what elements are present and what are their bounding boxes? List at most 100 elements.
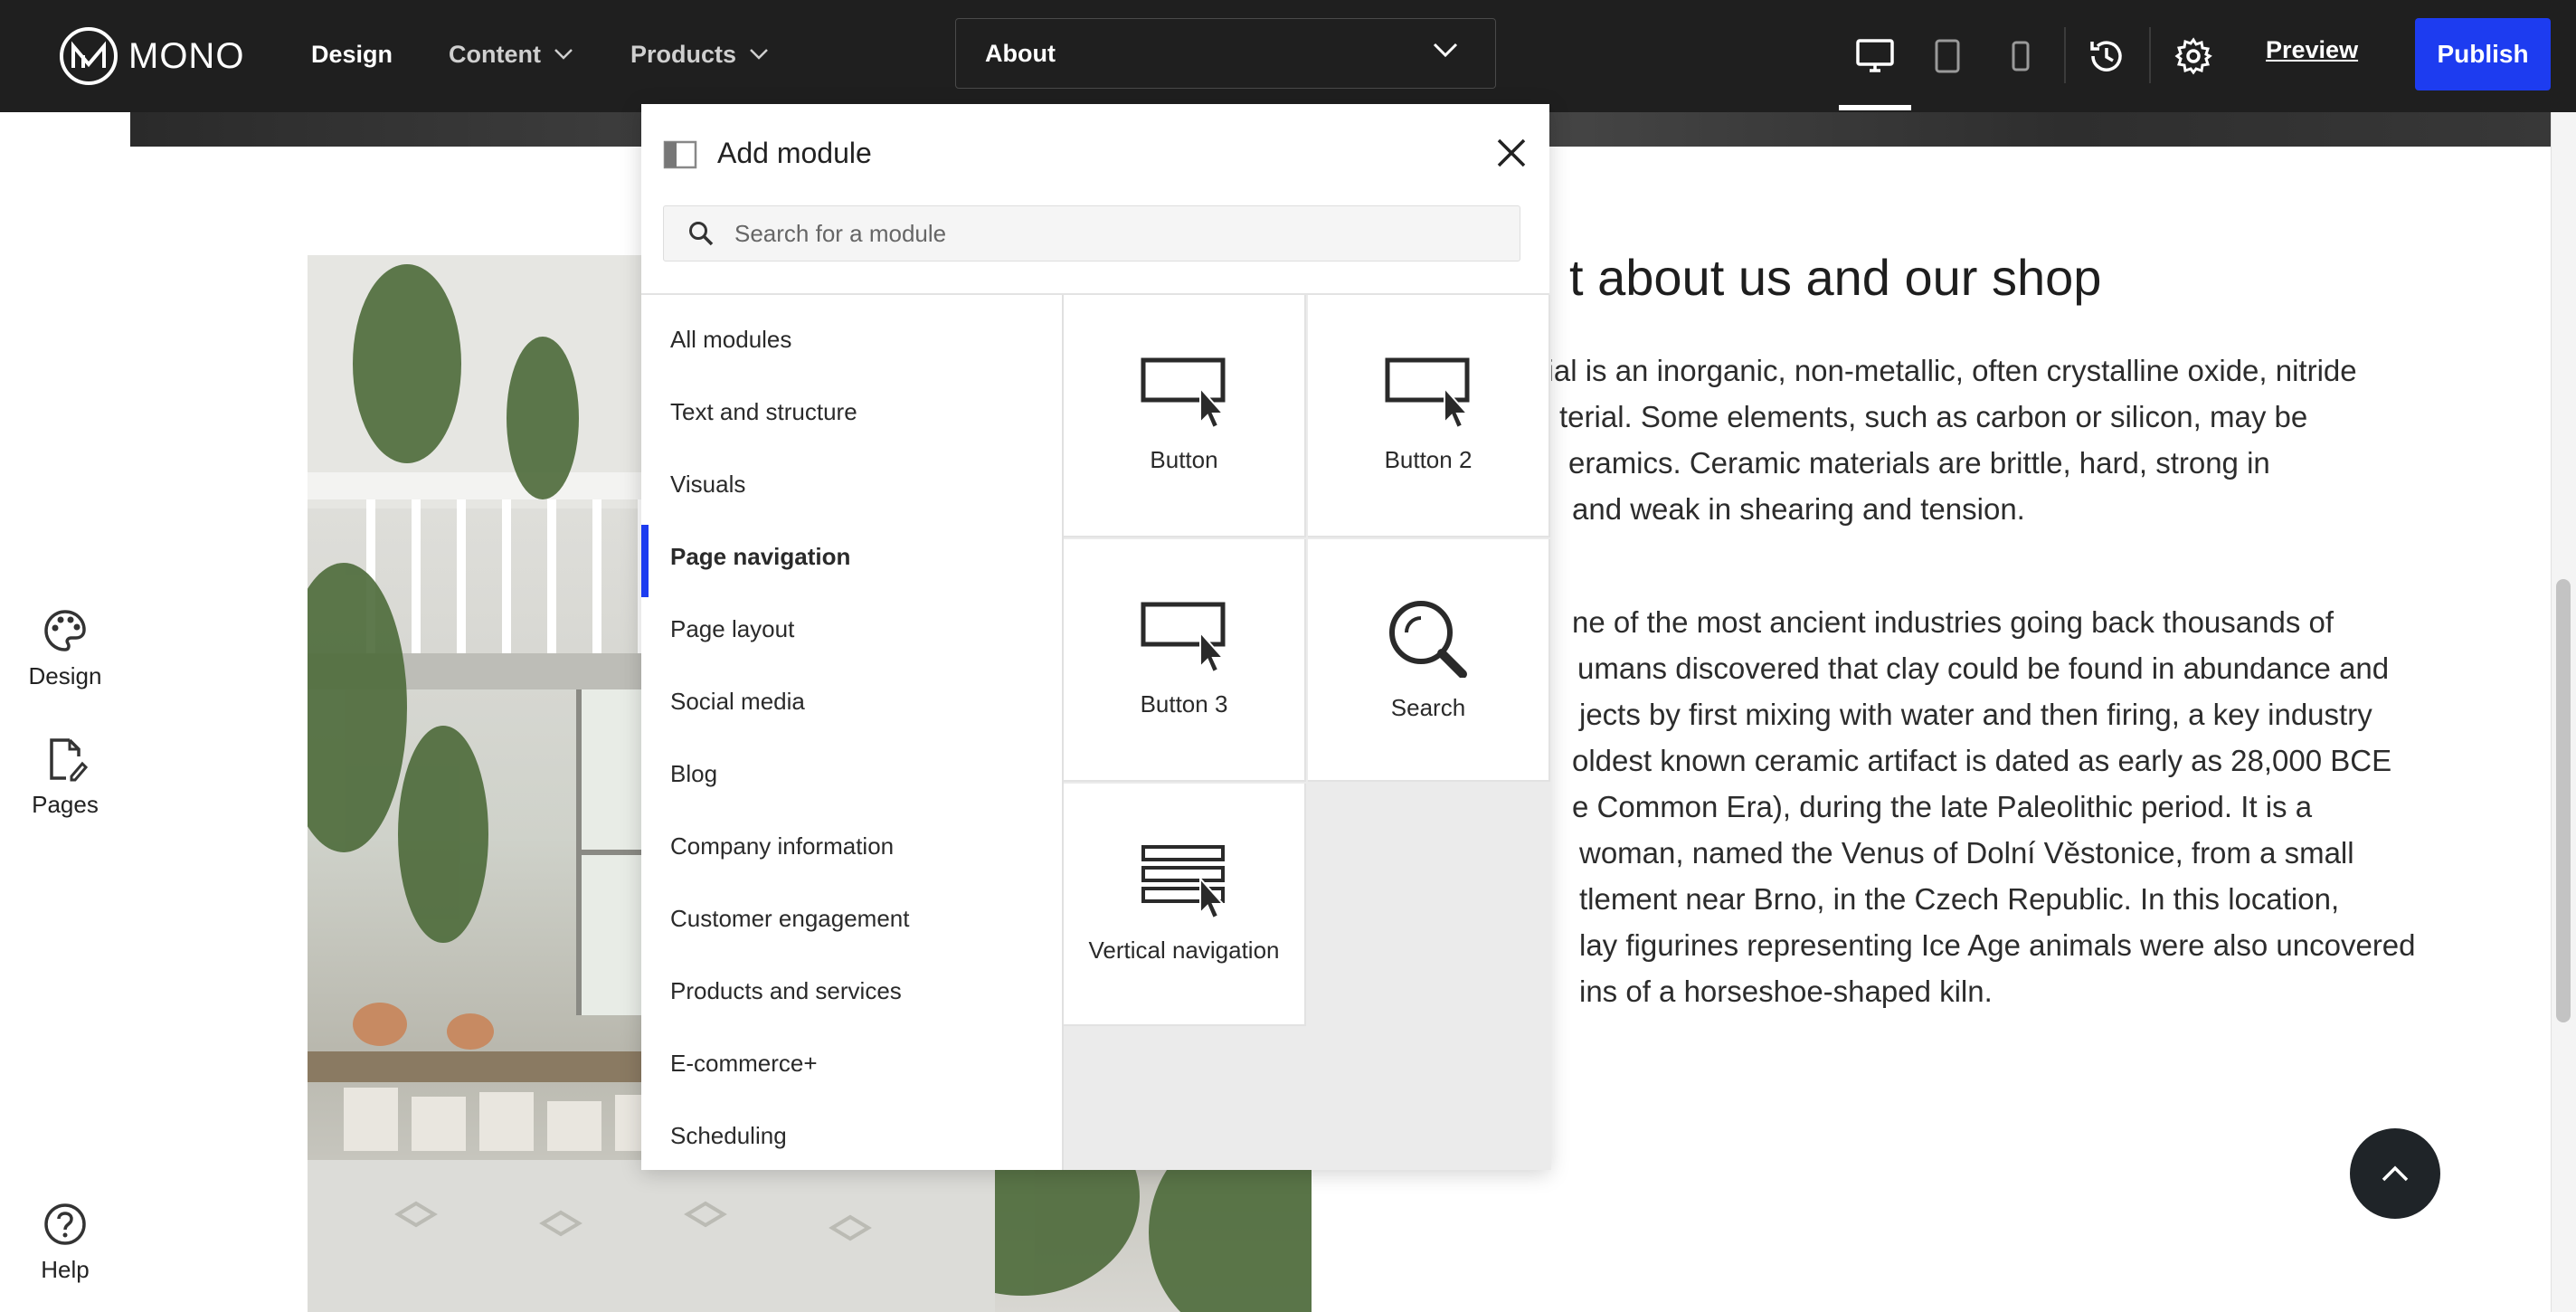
category-label: E-commerce+ bbox=[670, 1049, 818, 1077]
button-cursor-icon bbox=[1141, 602, 1226, 673]
history-icon[interactable] bbox=[2079, 29, 2134, 83]
nav-design[interactable]: Design bbox=[311, 0, 393, 109]
nav-products[interactable]: Products bbox=[630, 0, 769, 109]
divider bbox=[2064, 27, 2066, 83]
category-label: Customer engagement bbox=[670, 904, 910, 932]
paragraph-2: ne of the most ancient industries going … bbox=[1512, 599, 2525, 1014]
close-button[interactable] bbox=[1492, 133, 1531, 173]
active-device-indicator bbox=[1839, 105, 1911, 110]
button-cursor-icon bbox=[1385, 357, 1470, 429]
category-label: Blog bbox=[670, 759, 718, 787]
logo[interactable]: MONO bbox=[60, 24, 244, 89]
category-company-information[interactable]: Company information bbox=[641, 814, 1061, 878]
paragraph-line: e Common Era), during the late Paleolith… bbox=[1572, 790, 2313, 823]
logo-mark-icon bbox=[60, 27, 118, 85]
module-label: Button bbox=[1150, 445, 1218, 473]
category-blog[interactable]: Blog bbox=[641, 742, 1061, 805]
nav-design-label: Design bbox=[311, 40, 393, 68]
help-icon bbox=[44, 1203, 86, 1245]
desktop-icon[interactable] bbox=[1848, 29, 1902, 83]
paragraph-line: woman, named the Venus of Dolní Věstonic… bbox=[1579, 836, 2354, 870]
module-search-input[interactable] bbox=[733, 218, 1514, 249]
module-tile-button-3[interactable]: Button 3 bbox=[1064, 539, 1306, 782]
category-all-modules[interactable]: All modules bbox=[641, 308, 1061, 371]
chevron-down-icon bbox=[1433, 43, 1458, 58]
scrollbar-thumb[interactable] bbox=[2556, 579, 2571, 1022]
tablet-icon[interactable] bbox=[1920, 29, 1975, 83]
search-icon bbox=[687, 220, 715, 247]
chevron-down-icon bbox=[750, 49, 768, 60]
category-label: Products and services bbox=[670, 976, 902, 1004]
back-to-top-button[interactable] bbox=[2350, 1128, 2440, 1219]
preview-link[interactable]: Preview bbox=[2266, 36, 2358, 64]
left-rail: Design Pages Help bbox=[0, 112, 131, 1312]
module-search-field[interactable] bbox=[663, 205, 1520, 261]
module-label: Button 2 bbox=[1384, 445, 1473, 473]
button-cursor-icon bbox=[1141, 357, 1226, 429]
paragraph-line: lay figurines representing Ice Age anima… bbox=[1579, 928, 2416, 962]
category-visuals[interactable]: Visuals bbox=[641, 452, 1061, 516]
rail-help-button[interactable]: Help bbox=[0, 1202, 130, 1284]
page-edit-icon bbox=[50, 738, 88, 782]
divider bbox=[2149, 27, 2151, 83]
chevron-up-icon bbox=[2382, 1165, 2409, 1182]
nav-content[interactable]: Content bbox=[449, 0, 573, 109]
add-module-panel: Add module All modules Text and structur… bbox=[641, 104, 1551, 1170]
category-scheduling[interactable]: Scheduling bbox=[641, 1104, 1061, 1167]
magnifier-icon bbox=[1389, 600, 1467, 678]
paragraph-1: terial is an inorganic, non-metallic, of… bbox=[1512, 347, 2525, 532]
module-label: Search bbox=[1390, 693, 1466, 721]
paragraph-line: umans discovered that clay could be foun… bbox=[1577, 651, 2390, 685]
page-select-value: About bbox=[985, 39, 1056, 67]
panel-toggle-icon[interactable] bbox=[663, 140, 697, 169]
add-module-header: Add module bbox=[641, 104, 1549, 204]
category-page-navigation[interactable]: Page navigation bbox=[641, 525, 1061, 597]
module-tile-button[interactable]: Button bbox=[1064, 295, 1306, 537]
publish-button[interactable]: Publish bbox=[2415, 18, 2551, 90]
paragraph-line: tlement near Brno, in the Czech Republic… bbox=[1579, 882, 2340, 916]
category-social-media[interactable]: Social media bbox=[641, 670, 1061, 733]
paragraph-line: terial. Some elements, such as carbon or… bbox=[1559, 400, 2308, 433]
rail-help-label: Help bbox=[41, 1256, 90, 1283]
nav-products-label: Products bbox=[630, 40, 737, 68]
category-page-layout[interactable]: Page layout bbox=[641, 597, 1061, 661]
category-customer-engagement[interactable]: Customer engagement bbox=[641, 887, 1061, 950]
rail-pages-label: Pages bbox=[32, 791, 99, 818]
paragraph-line: oldest known ceramic artifact is dated a… bbox=[1572, 744, 2392, 777]
module-tile-search[interactable]: Search bbox=[1308, 539, 1550, 782]
module-tile-button-2[interactable]: Button 2 bbox=[1308, 295, 1550, 537]
paragraph-line: terial is an inorganic, non-metallic, of… bbox=[1512, 354, 2357, 387]
module-tile-vertical-navigation[interactable]: Vertical navigation bbox=[1064, 784, 1306, 1026]
paragraph-line: jects by first mixing with water and the… bbox=[1579, 698, 2372, 731]
page-select-dropdown[interactable]: About bbox=[955, 18, 1496, 89]
paragraph-line: ne of the most ancient industries going … bbox=[1572, 605, 2334, 639]
category-label: Page layout bbox=[670, 614, 795, 642]
add-module-title: Add module bbox=[717, 137, 872, 169]
category-text-and-structure[interactable]: Text and structure bbox=[641, 380, 1061, 443]
paragraph-line: ins of a horseshoe-shaped kiln. bbox=[1579, 974, 1993, 1008]
category-label: Text and structure bbox=[670, 397, 857, 425]
rail-design-button[interactable]: Design bbox=[0, 608, 130, 690]
module-label: Button 3 bbox=[1140, 689, 1228, 718]
category-products-and-services[interactable]: Products and services bbox=[641, 959, 1061, 1022]
close-icon bbox=[1497, 138, 1526, 167]
rail-pages-button[interactable]: Pages bbox=[0, 737, 130, 819]
gear-icon[interactable] bbox=[2166, 29, 2221, 83]
module-label: Vertical navigation bbox=[1088, 936, 1280, 964]
category-label: Scheduling bbox=[670, 1121, 787, 1149]
logo-text: MONO bbox=[128, 35, 245, 76]
nav-content-label: Content bbox=[449, 40, 541, 68]
category-label: Social media bbox=[670, 687, 805, 715]
section-heading: t about us and our shop bbox=[1569, 249, 2102, 306]
category-label: Visuals bbox=[670, 470, 746, 498]
category-label: Company information bbox=[670, 832, 895, 860]
vertical-navigation-icon bbox=[1141, 844, 1226, 919]
mobile-icon[interactable] bbox=[1994, 29, 2048, 83]
top-bar: MONO Design Content Products About Previ… bbox=[0, 0, 2576, 112]
chevron-down-icon bbox=[554, 49, 573, 60]
rail-design-label: Design bbox=[28, 662, 102, 689]
module-grid: Button Button 2 Button 3 Search Vertical… bbox=[1062, 295, 1551, 1170]
category-e-commerce[interactable]: E-commerce+ bbox=[641, 1032, 1061, 1095]
category-label: Page navigation bbox=[670, 542, 851, 570]
paragraph-line: and weak in shearing and tension. bbox=[1572, 492, 2025, 526]
